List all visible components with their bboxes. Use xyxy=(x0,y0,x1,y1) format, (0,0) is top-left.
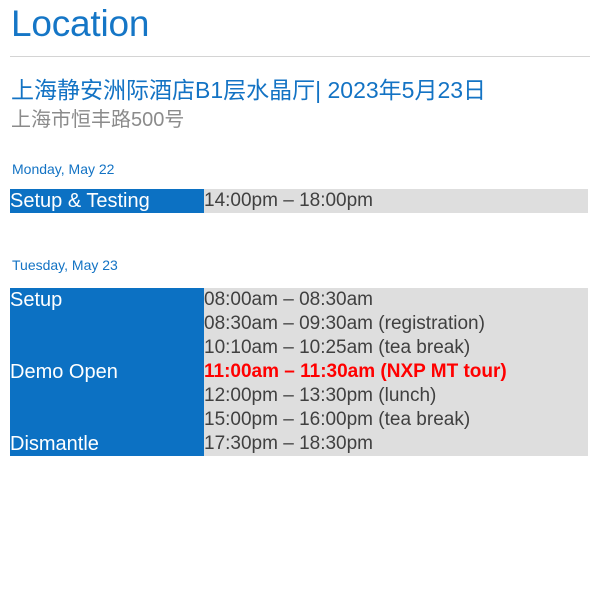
day-label-monday: Monday, May 22 xyxy=(12,160,114,178)
venue-address: 上海市恒丰路500号 xyxy=(11,107,184,134)
activity-label: Demo Open xyxy=(10,312,204,432)
page-title: Location xyxy=(11,2,149,46)
venue-name: 上海静安洲际酒店B1层水晶厅| 2023年5月23日 xyxy=(11,75,486,105)
day-label-tuesday: Tuesday, May 23 xyxy=(12,256,118,274)
time-slot: 15:00pm – 16:00pm (tea break) xyxy=(204,408,588,432)
time-slot: 14:00pm – 18:00pm xyxy=(204,189,588,213)
time-slot-highlighted: 11:00am – 11:30am (NXP MT tour) xyxy=(204,360,588,384)
time-slot: 17:30pm – 18:30pm xyxy=(204,432,588,456)
table-row: Demo Open 08:30am – 09:30am (registratio… xyxy=(10,312,588,336)
time-slot: 08:00am – 08:30am xyxy=(204,288,588,312)
time-slot: 12:00pm – 13:30pm (lunch) xyxy=(204,384,588,408)
time-slot: 10:10am – 10:25am (tea break) xyxy=(204,336,588,360)
title-divider xyxy=(10,56,590,57)
table-row: Setup 08:00am – 08:30am xyxy=(10,288,588,312)
time-slot: 08:30am – 09:30am (registration) xyxy=(204,312,588,336)
activity-label: Setup & Testing xyxy=(10,189,204,213)
schedule-table-tuesday: Setup 08:00am – 08:30am Demo Open 08:30a… xyxy=(10,288,588,456)
schedule-table-monday: Setup & Testing 14:00pm – 18:00pm xyxy=(10,189,588,213)
activity-label: Dismantle xyxy=(10,432,204,456)
table-row: Dismantle 17:30pm – 18:30pm xyxy=(10,432,588,456)
table-row: Setup & Testing 14:00pm – 18:00pm xyxy=(10,189,588,213)
activity-label: Setup xyxy=(10,288,204,312)
location-slide: Location 上海静安洲际酒店B1层水晶厅| 2023年5月23日 上海市恒… xyxy=(0,0,600,594)
